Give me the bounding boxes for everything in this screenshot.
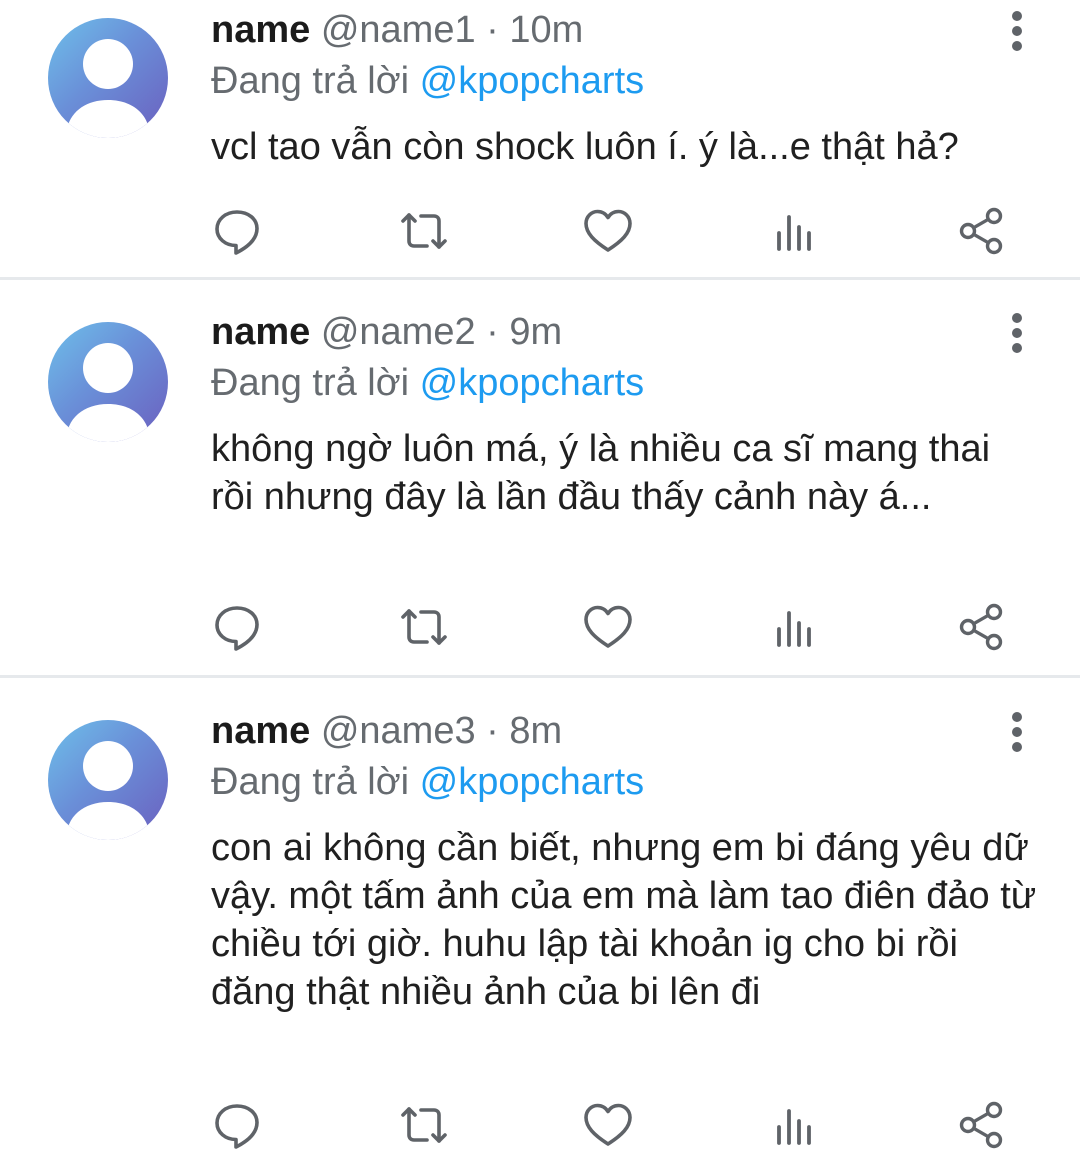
analytics-icon — [777, 215, 811, 251]
replying-to: Đang trả lời @kpopcharts — [211, 360, 644, 406]
more-vertical-icon — [1012, 11, 1022, 21]
retweet-icon — [401, 609, 447, 645]
replying-to-label: Đang trả lời — [211, 761, 410, 803]
analytics-icon — [777, 611, 811, 647]
retweet-icon — [401, 1107, 447, 1143]
tweet-text: con ai không cần biết, nhưng em bi đáng … — [211, 827, 1037, 1013]
comment-icon — [215, 1104, 259, 1149]
tweet-actions — [0, 203, 1080, 259]
tweet-text: không ngờ luôn má, ý là nhiều ca sĩ mang… — [211, 428, 991, 518]
separator: · — [486, 710, 499, 752]
user-handle[interactable]: @name1 — [321, 9, 476, 51]
like-button[interactable] — [580, 1097, 636, 1153]
tweet-1[interactable]: name @name1 · 10m Đang trả lời @kpopchar… — [0, 0, 1080, 280]
like-button[interactable] — [580, 599, 636, 655]
more-vertical-icon — [1012, 712, 1022, 722]
default-user-icon — [66, 741, 150, 840]
replying-to: Đang trả lời @kpopcharts — [211, 759, 644, 805]
tweet-header: name @name2 · 9m — [211, 309, 562, 355]
user-handle[interactable]: @name3 — [321, 710, 476, 752]
reply-button[interactable] — [209, 203, 265, 259]
tweet-actions — [0, 1097, 1080, 1153]
mention-link[interactable]: @kpopcharts — [420, 761, 644, 803]
share-button[interactable] — [954, 1097, 1010, 1153]
analytics-button[interactable] — [767, 1097, 823, 1153]
display-name[interactable]: name — [211, 311, 310, 353]
more-options-button[interactable] — [1000, 6, 1034, 56]
timestamp[interactable]: 9m — [509, 311, 562, 353]
like-button[interactable] — [580, 203, 636, 259]
replying-to-label: Đang trả lời — [211, 60, 410, 102]
tweet-3[interactable]: name @name3 · 8m Đang trả lời @kpopchart… — [0, 678, 1080, 1171]
heart-icon — [584, 209, 632, 252]
avatar[interactable] — [48, 720, 168, 840]
retweet-button[interactable] — [396, 203, 452, 259]
retweet-icon — [401, 213, 447, 249]
display-name[interactable]: name — [211, 710, 310, 752]
comment-icon — [215, 606, 259, 651]
retweet-button[interactable] — [396, 1097, 452, 1153]
share-button[interactable] — [954, 599, 1010, 655]
analytics-button[interactable] — [767, 599, 823, 655]
default-user-icon — [66, 343, 150, 442]
separator: · — [486, 9, 499, 51]
replying-to-label: Đang trả lời — [211, 362, 410, 404]
retweet-button[interactable] — [396, 599, 452, 655]
tweet-header: name @name1 · 10m — [211, 7, 583, 53]
mention-link[interactable]: @kpopcharts — [420, 362, 644, 404]
tweet-2[interactable]: name @name2 · 9m Đang trả lời @kpopchart… — [0, 280, 1080, 677]
more-options-button[interactable] — [1000, 707, 1034, 757]
reply-button[interactable] — [209, 599, 265, 655]
display-name[interactable]: name — [211, 9, 310, 51]
analytics-button[interactable] — [767, 203, 823, 259]
heart-icon — [584, 605, 632, 648]
tweet-text: vcl tao vẫn còn shock luôn í. ý là...e t… — [211, 126, 959, 168]
user-handle[interactable]: @name2 — [321, 311, 476, 353]
tweet-actions — [0, 599, 1080, 655]
more-options-button[interactable] — [1000, 308, 1034, 358]
heart-icon — [584, 1103, 632, 1146]
tweet-header: name @name3 · 8m — [211, 708, 562, 754]
more-vertical-icon — [1012, 313, 1022, 323]
timestamp[interactable]: 8m — [509, 710, 562, 752]
share-icon — [959, 1101, 1003, 1149]
avatar[interactable] — [48, 18, 168, 138]
reply-button[interactable] — [209, 1097, 265, 1153]
comment-icon — [215, 210, 259, 255]
share-icon — [959, 207, 1003, 255]
separator: · — [486, 311, 499, 353]
share-icon — [959, 603, 1003, 651]
default-user-icon — [66, 39, 150, 138]
mention-link[interactable]: @kpopcharts — [420, 60, 644, 102]
analytics-icon — [777, 1109, 811, 1145]
replying-to: Đang trả lời @kpopcharts — [211, 58, 644, 104]
timestamp[interactable]: 10m — [509, 9, 583, 51]
avatar[interactable] — [48, 322, 168, 442]
share-button[interactable] — [954, 203, 1010, 259]
